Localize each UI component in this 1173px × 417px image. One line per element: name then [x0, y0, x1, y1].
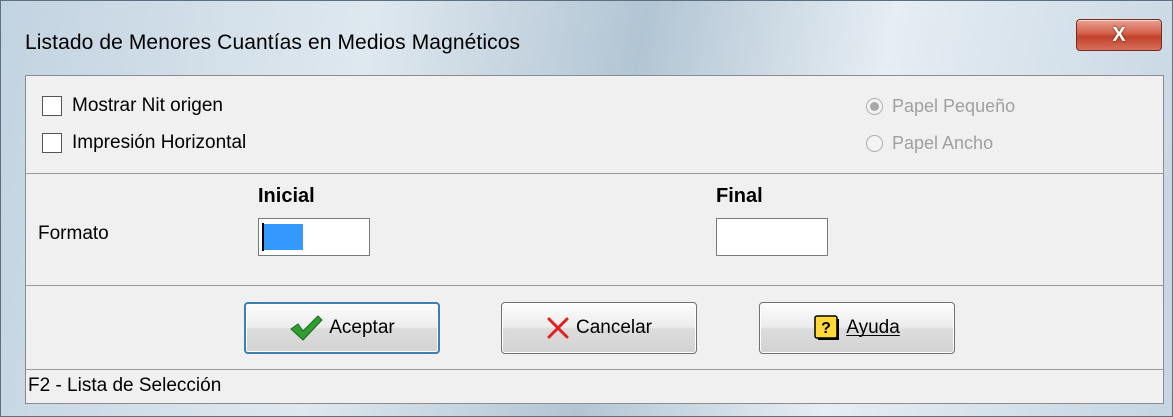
options-panel: Mostrar Nit origen Impresión Horizontal … [26, 76, 1163, 174]
x-cancel-icon [546, 316, 570, 340]
dialog-client-area: Mostrar Nit origen Impresión Horizontal … [25, 75, 1164, 404]
title-bar[interactable]: Listado de Menores Cuantías en Medios Ma… [1, 1, 1172, 73]
help-button[interactable]: ? Ayuda [759, 302, 955, 354]
help-label: Ayuda [846, 317, 900, 338]
final-format-input[interactable] [716, 218, 828, 256]
show-nit-origin-checkbox[interactable] [42, 96, 62, 116]
show-nit-origin-option[interactable]: Mostrar Nit origen [42, 93, 223, 119]
window-title: Listado de Menores Cuantías en Medios Ma… [25, 31, 521, 54]
wide-paper-label: Papel Ancho [892, 132, 994, 153]
close-button[interactable]: X [1076, 19, 1162, 51]
checkmark-icon [289, 314, 323, 342]
small-paper-label: Papel Pequeño [892, 95, 1016, 116]
close-icon: X [1112, 23, 1126, 46]
horizontal-print-option[interactable]: Impresión Horizontal [42, 130, 246, 156]
accept-button[interactable]: Aceptar [244, 302, 440, 354]
dialog-window: Listado de Menores Cuantías en Medios Ma… [0, 0, 1173, 417]
button-bar: Aceptar Cancelar ? Ayuda [26, 286, 1163, 370]
cancel-button[interactable]: Cancelar [501, 302, 697, 354]
text-caret [262, 223, 264, 251]
format-label: Formato [38, 223, 109, 244]
horizontal-print-label: Impresión Horizontal [72, 132, 247, 153]
text-selection [263, 224, 303, 250]
status-text: F2 - Lista de Selección [28, 375, 222, 396]
small-paper-option[interactable]: Papel Pequeño [866, 93, 1015, 119]
show-nit-origin-label: Mostrar Nit origen [72, 95, 223, 116]
initial-header: Inicial [258, 185, 315, 207]
accept-label: Aceptar [329, 317, 395, 338]
format-panel: Inicial Final Formato [26, 174, 1163, 286]
help-question-icon: ? [814, 315, 840, 341]
horizontal-print-checkbox[interactable] [42, 133, 62, 153]
small-paper-radio[interactable] [866, 97, 883, 115]
status-bar: F2 - Lista de Selección [26, 370, 1163, 403]
final-header: Final [716, 185, 763, 207]
wide-paper-radio[interactable] [866, 134, 883, 152]
svg-text:?: ? [821, 320, 831, 337]
cancel-label: Cancelar [575, 317, 653, 338]
wide-paper-option[interactable]: Papel Ancho [866, 130, 993, 156]
initial-format-input[interactable] [258, 218, 370, 256]
